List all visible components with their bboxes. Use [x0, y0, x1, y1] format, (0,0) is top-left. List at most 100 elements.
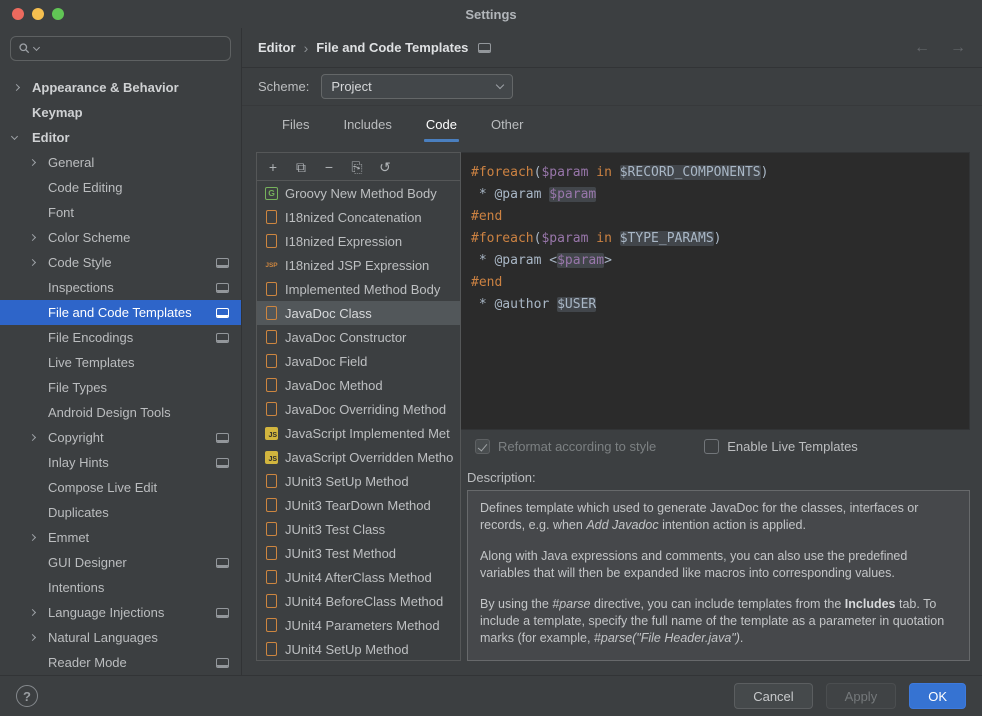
reset-to-default-icon[interactable]: ↺: [377, 160, 393, 174]
reformat-checkbox-label: Reformat according to style: [498, 439, 656, 454]
sidebar-item-natural-languages[interactable]: Natural Languages: [0, 625, 241, 650]
sidebar-item-inspections[interactable]: Inspections: [0, 275, 241, 300]
sidebar-item-color-scheme[interactable]: Color Scheme: [0, 225, 241, 250]
sidebar-item-font[interactable]: Font: [0, 200, 241, 225]
chevron-down-icon[interactable]: [12, 136, 32, 139]
close-window-button[interactable]: [12, 8, 24, 20]
sidebar-item-file-encodings[interactable]: File Encodings: [0, 325, 241, 350]
template-item-junit4-setup-method[interactable]: JUnit4 SetUp Method: [257, 637, 460, 660]
help-button[interactable]: ?: [16, 685, 38, 707]
sidebar-item-language-injections[interactable]: Language Injections: [0, 600, 241, 625]
reformat-checkbox[interactable]: [475, 439, 490, 454]
sidebar-item-duplicates[interactable]: Duplicates: [0, 500, 241, 525]
create-child-template-icon[interactable]: ⧉: [293, 160, 309, 174]
settings-search-input[interactable]: [42, 41, 223, 56]
sidebar-item-file-and-code-templates[interactable]: File and Code Templates: [0, 300, 241, 325]
chevron-right-icon[interactable]: [12, 85, 32, 90]
sidebar-item-label: Keymap: [32, 105, 83, 120]
sidebar-item-keymap[interactable]: Keymap: [0, 100, 241, 125]
template-item-i18nized-jsp-expression[interactable]: I18nized JSP Expression: [257, 253, 460, 277]
template-item-javascript-implemented-met[interactable]: JavaScript Implemented Met: [257, 421, 460, 445]
template-item-label: JavaDoc Class: [285, 306, 372, 321]
breadcrumb-item-editor[interactable]: Editor: [258, 40, 296, 55]
sidebar-item-editor[interactable]: Editor: [0, 125, 241, 150]
template-item-javadoc-overriding-method[interactable]: JavaDoc Overriding Method: [257, 397, 460, 421]
tab-includes[interactable]: Includes: [343, 106, 391, 142]
sidebar-item-emmet[interactable]: Emmet: [0, 525, 241, 550]
template-item-javadoc-constructor[interactable]: JavaDoc Constructor: [257, 325, 460, 349]
chevron-right-icon[interactable]: [28, 160, 48, 165]
zoom-window-button[interactable]: [52, 8, 64, 20]
chevron-right-icon[interactable]: [28, 435, 48, 440]
enable-live-templates-checkbox[interactable]: [704, 439, 719, 454]
sidebar-item-copyright[interactable]: Copyright: [0, 425, 241, 450]
settings-main-panel: Editor › File and Code Templates ← → Sch…: [242, 28, 982, 675]
forward-arrow-icon[interactable]: →: [950, 40, 966, 56]
template-icon: [263, 642, 280, 656]
sidebar-item-live-templates[interactable]: Live Templates: [0, 350, 241, 375]
description-box[interactable]: Defines template which used to generate …: [467, 490, 970, 661]
sidebar-item-label: Duplicates: [48, 505, 109, 520]
sidebar-item-reader-mode[interactable]: Reader Mode: [0, 650, 241, 675]
template-icon: [263, 618, 280, 632]
sidebar-item-label: Compose Live Edit: [48, 480, 157, 495]
sidebar-item-code-editing[interactable]: Code Editing: [0, 175, 241, 200]
sidebar-item-gui-designer[interactable]: GUI Designer: [0, 550, 241, 575]
chevron-right-icon[interactable]: [28, 635, 48, 640]
template-item-javadoc-method[interactable]: JavaDoc Method: [257, 373, 460, 397]
template-item-javadoc-field[interactable]: JavaDoc Field: [257, 349, 460, 373]
search-box[interactable]: [10, 36, 231, 61]
sidebar-item-compose-live-edit[interactable]: Compose Live Edit: [0, 475, 241, 500]
sidebar-item-label: Android Design Tools: [48, 405, 171, 420]
chevron-right-icon[interactable]: [28, 235, 48, 240]
search-area: [0, 28, 241, 65]
sidebar-item-label: Emmet: [48, 530, 89, 545]
template-item-javadoc-class[interactable]: JavaDoc Class: [257, 301, 460, 325]
code-line: * @param $param: [471, 184, 959, 206]
template-item-junit3-test-class[interactable]: JUnit3 Test Class: [257, 517, 460, 541]
sidebar-item-code-style[interactable]: Code Style: [0, 250, 241, 275]
per-project-settings-icon: [216, 258, 229, 268]
template-item-i18nized-expression[interactable]: I18nized Expression: [257, 229, 460, 253]
template-item-junit3-teardown-method[interactable]: JUnit3 TearDown Method: [257, 493, 460, 517]
apply-button[interactable]: Apply: [826, 683, 897, 709]
template-item-junit4-parameters-method[interactable]: JUnit4 Parameters Method: [257, 613, 460, 637]
title-bar: Settings: [0, 0, 982, 28]
sidebar-item-file-types[interactable]: File Types: [0, 375, 241, 400]
chevron-right-icon[interactable]: [28, 535, 48, 540]
template-item-junit4-beforeclass-method[interactable]: JUnit4 BeforeClass Method: [257, 589, 460, 613]
template-item-groovy-new-method-body[interactable]: Groovy New Method Body: [257, 181, 460, 205]
tab-code[interactable]: Code: [426, 106, 457, 142]
sidebar-item-appearance-behavior[interactable]: Appearance & Behavior: [0, 75, 241, 100]
remove-template-icon[interactable]: −: [321, 160, 337, 174]
template-code-editor[interactable]: #foreach($param in $RECORD_COMPONENTS) *…: [461, 152, 970, 430]
template-item-i18nized-concatenation[interactable]: I18nized Concatenation: [257, 205, 460, 229]
template-icon: [263, 378, 280, 392]
chevron-right-icon[interactable]: [28, 610, 48, 615]
chevron-right-icon[interactable]: [28, 260, 48, 265]
template-icon: [263, 282, 280, 296]
tab-other[interactable]: Other: [491, 106, 524, 142]
scheme-select[interactable]: Project: [321, 74, 513, 99]
back-arrow-icon[interactable]: ←: [914, 40, 930, 56]
template-item-junit4-afterclass-method[interactable]: JUnit4 AfterClass Method: [257, 565, 460, 589]
add-template-icon[interactable]: +: [265, 160, 281, 174]
template-item-junit3-test-method[interactable]: JUnit3 Test Method: [257, 541, 460, 565]
template-item-label: JavaScript Overridden Metho: [285, 450, 453, 465]
tab-files[interactable]: Files: [282, 106, 309, 142]
template-item-implemented-method-body[interactable]: Implemented Method Body: [257, 277, 460, 301]
template-item-junit3-setup-method[interactable]: JUnit3 SetUp Method: [257, 469, 460, 493]
template-item-javascript-overridden-metho[interactable]: JavaScript Overridden Metho: [257, 445, 460, 469]
code-line: #foreach($param in $RECORD_COMPONENTS): [471, 162, 959, 184]
ok-button[interactable]: OK: [909, 683, 966, 709]
sidebar-item-general[interactable]: General: [0, 150, 241, 175]
cancel-button[interactable]: Cancel: [734, 683, 812, 709]
template-item-label: I18nized Expression: [285, 234, 402, 249]
copy-template-icon[interactable]: ⎘: [349, 160, 365, 174]
sidebar-item-android-design-tools[interactable]: Android Design Tools: [0, 400, 241, 425]
sidebar-item-label: Code Editing: [48, 180, 122, 195]
sidebar-item-inlay-hints[interactable]: Inlay Hints: [0, 450, 241, 475]
minimize-window-button[interactable]: [32, 8, 44, 20]
search-options-chevron-icon[interactable]: [33, 44, 40, 51]
sidebar-item-intentions[interactable]: Intentions: [0, 575, 241, 600]
